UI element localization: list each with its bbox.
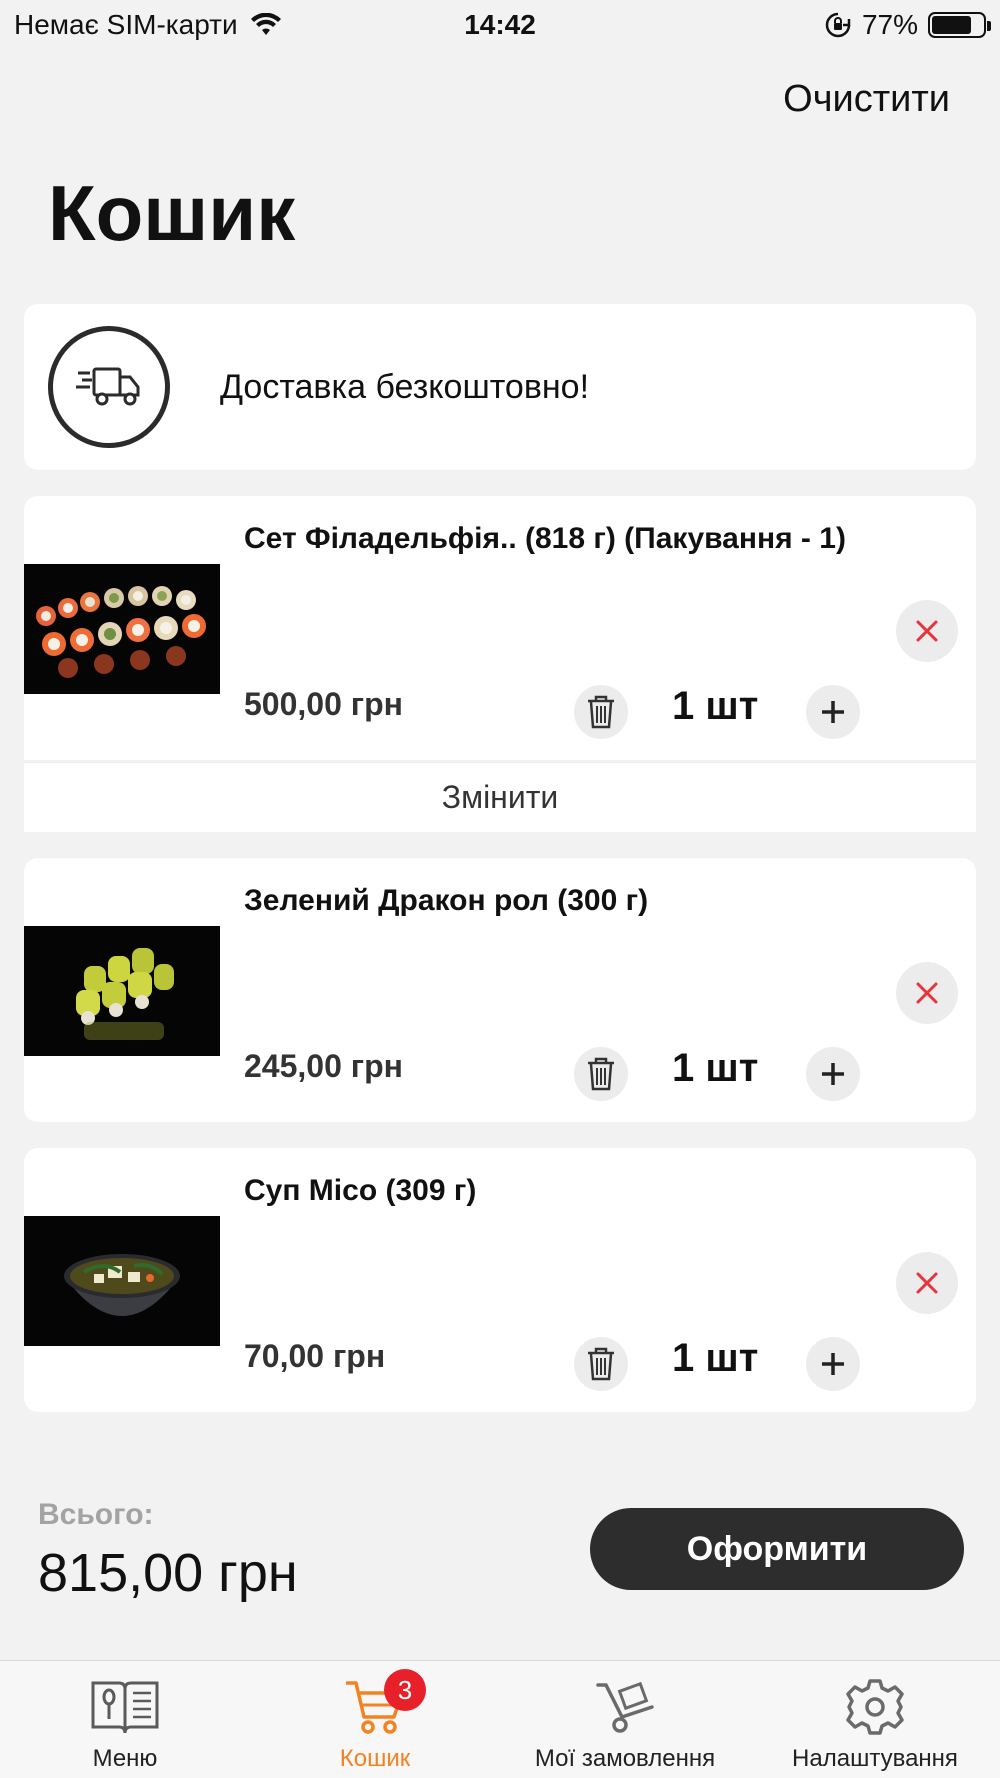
item-quantity: 1 шт: [672, 1046, 759, 1090]
tab-label: Меню: [92, 1745, 158, 1772]
page-title: Кошик: [48, 169, 296, 257]
tab-cart[interactable]: 3 Кошик: [250, 1661, 500, 1778]
plus-icon: [822, 1353, 844, 1375]
battery-fill: [932, 16, 971, 34]
delivery-banner: Доставка безкоштовно!: [24, 304, 976, 470]
trash-icon: [588, 1347, 614, 1381]
decrease-quantity-button[interactable]: [574, 1337, 628, 1391]
item-title: Зелений Дракон рол (300 г): [244, 884, 649, 917]
trash-icon: [588, 1057, 614, 1091]
cart-item: Суп Місо (309 г) 70,00 грн 1 шт: [24, 1148, 976, 1412]
tab-menu[interactable]: Меню: [0, 1661, 250, 1778]
decrease-quantity-button[interactable]: [574, 1047, 628, 1101]
increase-quantity-button[interactable]: [806, 1047, 860, 1101]
tab-label: Налаштування: [792, 1745, 958, 1772]
delivery-truck-icon: [48, 326, 170, 448]
checkout-button[interactable]: Оформити: [590, 1508, 964, 1590]
hand-truck-icon: [594, 1675, 656, 1739]
tab-label: Мої замовлення: [534, 1745, 716, 1772]
cart-badge: 3: [384, 1669, 426, 1711]
close-icon: [916, 620, 938, 642]
item-title: Суп Місо (309 г): [244, 1174, 477, 1207]
plus-icon: [822, 1063, 844, 1085]
wifi-icon: [250, 13, 281, 35]
carrier-text: Немає SIM-карти: [14, 9, 238, 40]
item-photo: [24, 564, 220, 694]
cart-icon: 3: [344, 1669, 426, 1739]
total-value: 815,00 грн: [38, 1543, 298, 1603]
item-title: Сет Філадельфія.. (818 г) (Пакування - 1…: [244, 522, 846, 555]
increase-quantity-button[interactable]: [806, 1337, 860, 1391]
item-price: 245,00 грн: [244, 1048, 403, 1084]
cart-item: Сет Філадельфія.. (818 г) (Пакування - 1…: [24, 496, 976, 760]
gear-icon: [844, 1675, 906, 1739]
remove-item-button[interactable]: [896, 1252, 958, 1314]
tab-bar: Меню 3 Кошик Мої замовлення Налаштування: [0, 1660, 1000, 1778]
close-icon: [916, 982, 938, 1004]
decrease-quantity-button[interactable]: [574, 685, 628, 739]
remove-item-button[interactable]: [896, 962, 958, 1024]
total-label: Всього:: [38, 1498, 154, 1531]
item-quantity: 1 шт: [672, 684, 759, 728]
clear-cart-button[interactable]: Очистити: [783, 78, 950, 121]
battery-percent: 77%: [861, 9, 918, 40]
item-price: 500,00 грн: [244, 686, 403, 722]
cart-item: Зелений Дракон рол (300 г) 245,00 грн 1 …: [24, 858, 976, 1122]
item-quantity: 1 шт: [672, 1336, 759, 1380]
delivery-text: Доставка безкоштовно!: [220, 367, 590, 406]
status-left: Немає SIM-карти: [14, 9, 282, 41]
tab-label: Кошик: [339, 1745, 411, 1772]
rotation-lock-icon: [825, 12, 851, 38]
battery-icon: [928, 12, 991, 38]
plus-icon: [822, 701, 844, 723]
tab-settings[interactable]: Налаштування: [750, 1661, 1000, 1778]
remove-item-button[interactable]: [896, 600, 958, 662]
close-icon: [916, 1272, 938, 1294]
status-right: 77%: [824, 9, 991, 41]
item-photo: [24, 926, 220, 1056]
tab-my-orders[interactable]: Мої замовлення: [500, 1661, 750, 1778]
status-bar: Немає SIM-карти 14:42 77%: [0, 0, 1000, 50]
trash-icon: [588, 695, 614, 729]
edit-item-button[interactable]: Змінити: [24, 762, 976, 832]
increase-quantity-button[interactable]: [806, 685, 860, 739]
item-photo: [24, 1216, 220, 1346]
item-price: 70,00 грн: [244, 1338, 386, 1374]
menu-book-icon: [89, 1675, 161, 1739]
